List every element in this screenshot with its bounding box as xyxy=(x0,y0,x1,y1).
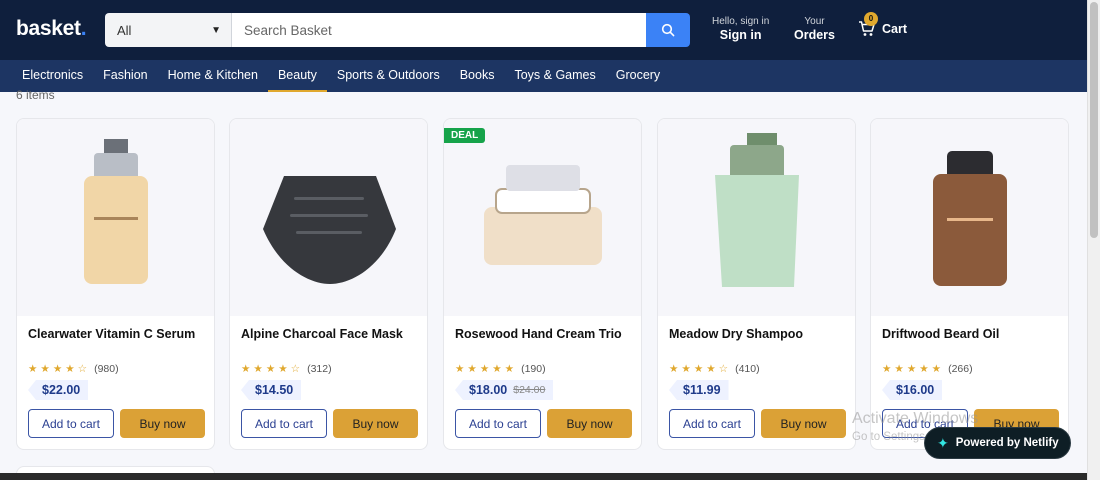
deal-badge: DEAL xyxy=(444,128,486,143)
logo[interactable]: basket. xyxy=(16,17,87,41)
review-count: (190) xyxy=(521,363,546,375)
beard-oil-image xyxy=(933,151,1007,286)
scrollbar-thumb[interactable] xyxy=(1090,2,1098,238)
product-name[interactable]: Meadow Dry Shampoo xyxy=(669,327,803,341)
rating-stars: ★★★★★ (190) xyxy=(455,363,546,375)
cart-label: Cart xyxy=(882,22,908,36)
rating-stars: ★★★★★ (266) xyxy=(882,363,973,375)
product-image[interactable] xyxy=(17,119,214,316)
face-mask-image xyxy=(263,176,396,284)
product-name[interactable]: Rosewood Hand Cream Trio xyxy=(455,327,622,341)
star-icons: ★★★★★ xyxy=(455,363,518,375)
chevron-down-icon: ▼ xyxy=(211,24,221,36)
star-icons: ★★★★★ xyxy=(882,363,945,375)
page: basket. All ▼ Hello, sign in Sign in You… xyxy=(0,0,1100,480)
nav-item-home-kitchen[interactable]: Home & Kitchen xyxy=(158,60,268,92)
product-name[interactable]: Clearwater Vitamin C Serum xyxy=(28,327,195,341)
search-input[interactable] xyxy=(232,13,646,47)
product-image[interactable] xyxy=(871,119,1068,316)
search-category-value: All xyxy=(117,22,132,38)
buy-now-button[interactable]: Buy now xyxy=(333,409,418,438)
product-card[interactable]: Driftwood Beard Oil ★★★★★ (266) $16.00 Ad… xyxy=(870,118,1069,450)
price: $18.00 xyxy=(469,383,508,397)
price-tag: $18.00 $24.00 xyxy=(455,380,554,400)
price-tag: $11.99 xyxy=(669,380,729,400)
dry-shampoo-image xyxy=(715,133,799,287)
search-icon xyxy=(661,23,675,37)
price-tag: $14.50 xyxy=(241,380,302,400)
product-image[interactable] xyxy=(230,119,427,316)
cart-button[interactable]: 0 Cart xyxy=(858,12,908,38)
netlify-icon: ✦ xyxy=(937,434,949,451)
product-card[interactable]: Alpine Charcoal Face Mask ★★★★☆ (312) $14… xyxy=(229,118,428,450)
nav-item-sports-outdoors[interactable]: Sports & Outdoors xyxy=(327,60,450,92)
rating-stars: ★★★★☆ (980) xyxy=(28,363,119,375)
review-count: (410) xyxy=(735,363,760,375)
add-to-cart-button[interactable]: Add to cart xyxy=(28,409,114,438)
price: $14.50 xyxy=(255,383,294,397)
star-icons: ★★★★☆ xyxy=(28,363,91,375)
netlify-badge[interactable]: ✦ Powered by Netlify xyxy=(924,427,1071,459)
orders-small-label: Your xyxy=(804,16,825,27)
price: $22.00 xyxy=(42,383,81,397)
product-card[interactable]: Meadow Dry Shampoo ★★★★☆ (410) $11.99 Add… xyxy=(657,118,856,450)
nav-item-books[interactable]: Books xyxy=(450,60,505,92)
old-price: $24.00 xyxy=(513,384,546,396)
product-card[interactable]: Clearwater Vitamin C Serum ★★★★☆ (980) $2… xyxy=(16,118,215,450)
buy-now-button[interactable]: Buy now xyxy=(761,409,846,438)
product-name[interactable]: Driftwood Beard Oil xyxy=(882,327,999,341)
rating-stars: ★★★★☆ (410) xyxy=(669,363,760,375)
orders-link[interactable]: Your Orders xyxy=(794,16,835,43)
hand-cream-image xyxy=(484,165,602,265)
account-signin[interactable]: Hello, sign in Sign in xyxy=(712,16,769,43)
rating-stars: ★★★★☆ (312) xyxy=(241,363,332,375)
bottom-strip xyxy=(0,473,1087,480)
search-bar: All ▼ xyxy=(105,13,690,47)
search-button[interactable] xyxy=(646,13,690,47)
price: $16.00 xyxy=(896,383,935,397)
price-tag: $16.00 xyxy=(882,380,943,400)
results-count: 6 items xyxy=(16,88,55,102)
product-image[interactable] xyxy=(444,119,641,316)
serum-bottle-image xyxy=(84,139,148,284)
cart-count-badge: 0 xyxy=(864,12,878,26)
nav-item-grocery[interactable]: Grocery xyxy=(606,60,670,92)
vertical-scrollbar[interactable] xyxy=(1087,0,1100,480)
nav-item-toys-games[interactable]: Toys & Games xyxy=(504,60,605,92)
signin-link: Sign in xyxy=(719,28,762,42)
review-count: (312) xyxy=(307,363,332,375)
buy-now-button[interactable]: Buy now xyxy=(547,409,632,438)
price-tag: $22.00 xyxy=(28,380,89,400)
nav-item-fashion[interactable]: Fashion xyxy=(93,60,157,92)
windows-activation-title: Activate Windows xyxy=(852,410,979,427)
orders-label: Orders xyxy=(794,28,835,42)
netlify-badge-label: Powered by Netlify xyxy=(955,437,1059,449)
buy-now-button[interactable]: Buy now xyxy=(120,409,205,438)
star-icons: ★★★★☆ xyxy=(241,363,304,375)
star-icons: ★★★★☆ xyxy=(669,363,732,375)
search-category-select[interactable]: All ▼ xyxy=(105,13,232,47)
product-image[interactable] xyxy=(658,119,855,316)
product-name[interactable]: Alpine Charcoal Face Mask xyxy=(241,327,403,341)
add-to-cart-button[interactable]: Add to cart xyxy=(455,409,541,438)
account-greeting: Hello, sign in xyxy=(712,16,770,27)
price: $11.99 xyxy=(683,383,721,397)
review-count: (266) xyxy=(948,363,973,375)
add-to-cart-button[interactable]: Add to cart xyxy=(669,409,755,438)
top-header: basket. All ▼ Hello, sign in Sign in You… xyxy=(0,0,1087,60)
nav-item-beauty[interactable]: Beauty xyxy=(267,60,327,92)
review-count: (980) xyxy=(94,363,119,375)
add-to-cart-button[interactable]: Add to cart xyxy=(241,409,327,438)
category-nav: Electronics Fashion Home & Kitchen Beaut… xyxy=(0,60,1087,92)
product-card[interactable]: DEAL Rosewood Hand Cream Trio ★★★★★ (190)… xyxy=(443,118,642,450)
